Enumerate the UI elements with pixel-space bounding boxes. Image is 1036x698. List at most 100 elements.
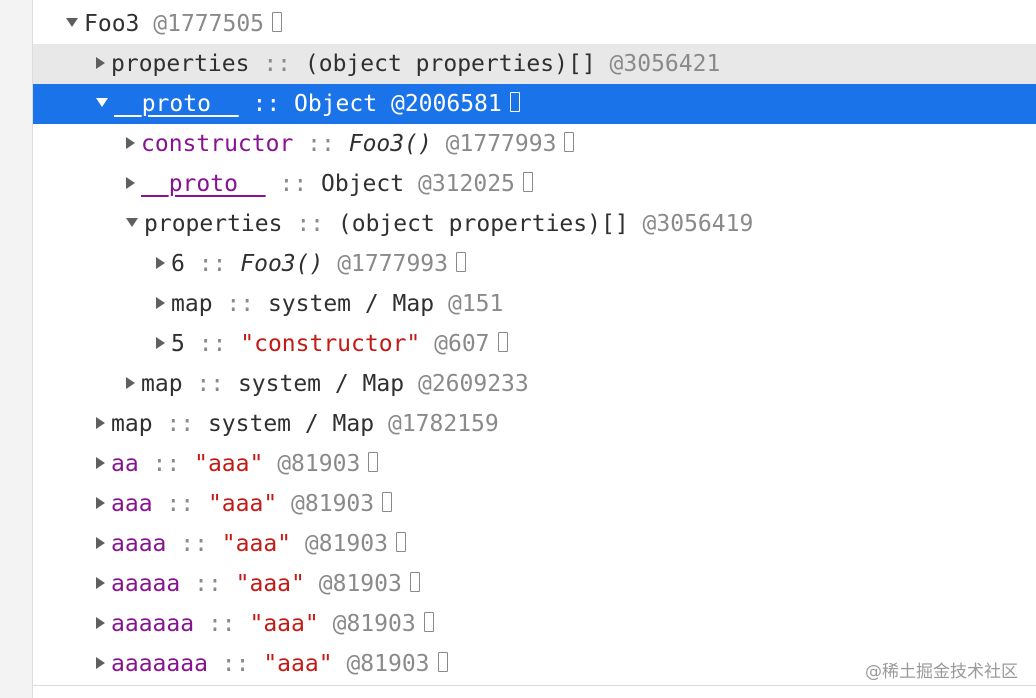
tree-row[interactable]: 6 :: Foo3() @1777993 — [33, 244, 1036, 284]
property-name: aaaaa — [111, 571, 181, 597]
reveal-box-icon[interactable] — [497, 331, 508, 352]
tree-row[interactable]: constructor :: Foo3() @1777993 — [33, 124, 1036, 164]
reveal-box-icon[interactable] — [437, 651, 448, 672]
reveal-box-icon[interactable] — [455, 251, 466, 272]
separator: :: — [166, 531, 222, 557]
expanded-triangle-icon[interactable] — [126, 218, 138, 227]
separator: :: — [282, 211, 338, 237]
reveal-box-icon[interactable] — [564, 131, 575, 152]
property-name: 5 — [171, 331, 185, 357]
tree-row[interactable]: properties :: (object properties)[] @305… — [33, 204, 1036, 244]
reveal-box-icon[interactable] — [395, 531, 406, 552]
expanded-triangle-icon[interactable] — [66, 18, 78, 27]
collapsed-triangle-icon[interactable] — [96, 56, 105, 69]
collapsed-triangle-icon[interactable] — [156, 296, 165, 309]
collapsed-triangle-icon[interactable] — [96, 456, 105, 469]
tree-row[interactable]: map :: system / Map @151 — [33, 284, 1036, 324]
value-type: (object properties)[] — [304, 51, 596, 77]
collapsed-triangle-icon[interactable] — [96, 536, 105, 549]
separator: :: — [184, 331, 241, 357]
tree-row-content: aaaaaa :: "aaa" @81903 — [96, 604, 434, 644]
tree-row[interactable]: aa :: "aaa" @81903 — [33, 444, 1036, 484]
tree-row[interactable]: 5 :: "constructor" @607 — [33, 324, 1036, 364]
object-id: @607 — [434, 331, 490, 357]
tree-row[interactable]: Foo3 @1777505 — [33, 4, 1036, 44]
object-tree: Foo3 @1777505 properties :: (object prope… — [33, 4, 1036, 684]
tree-row[interactable]: aaaaaa :: "aaa" @81903 — [33, 604, 1036, 644]
collapsed-triangle-icon[interactable] — [126, 376, 135, 389]
separator: :: — [207, 651, 264, 677]
object-id: @81903 — [277, 451, 361, 477]
collapsed-triangle-icon[interactable] — [126, 176, 135, 189]
object-id: @1777993 — [445, 131, 557, 157]
collapsed-triangle-icon[interactable] — [126, 136, 135, 149]
tree-row[interactable]: aaa :: "aaa" @81903 — [33, 484, 1036, 524]
tree-row[interactable]: __proto__ :: Object @2006581 — [33, 84, 1036, 124]
reveal-box-icon[interactable] — [382, 491, 393, 512]
tree-row-content: aaaaa :: "aaa" @81903 — [96, 564, 420, 604]
object-id: @1777993 — [337, 251, 448, 277]
collapsed-triangle-icon[interactable] — [96, 576, 105, 589]
separator: :: — [182, 371, 238, 397]
tree-row[interactable]: map :: system / Map @1782159 — [33, 404, 1036, 444]
reveal-box-icon[interactable] — [423, 611, 434, 632]
separator: :: — [184, 251, 241, 277]
reveal-box-icon[interactable] — [509, 91, 520, 112]
value-type: system / Map — [237, 371, 405, 397]
reveal-box-icon[interactable] — [522, 171, 533, 192]
separator: :: — [152, 491, 208, 517]
tree-row-content: aaaa :: "aaa" @81903 — [96, 524, 406, 564]
collapsed-triangle-icon[interactable] — [156, 336, 165, 349]
separator: :: — [152, 411, 208, 437]
object-id: @81903 — [346, 651, 430, 677]
collapsed-triangle-icon[interactable] — [96, 496, 105, 509]
object-id: @312025 — [417, 171, 515, 197]
collapsed-triangle-icon[interactable] — [96, 616, 105, 629]
value-type: "constructor" — [240, 331, 421, 357]
tree-row[interactable]: __proto__ :: Object @312025 — [33, 164, 1036, 204]
value-type: system / Map — [207, 411, 375, 437]
property-name: properties — [144, 211, 283, 237]
value-type: "aaa" — [235, 571, 305, 597]
property-name: map — [171, 291, 213, 317]
tree-row[interactable]: map :: system / Map @2609233 — [33, 364, 1036, 404]
tree-row-content: properties :: (object properties)[] @305… — [96, 44, 720, 84]
separator: :: — [180, 571, 236, 597]
object-id: @81903 — [304, 531, 388, 557]
reveal-box-icon[interactable] — [409, 571, 420, 592]
tree-row-content: __proto__ :: Object @2006581 — [96, 84, 520, 124]
reveal-box-icon[interactable] — [272, 11, 283, 32]
tree-row[interactable]: properties :: (object properties)[] @305… — [33, 44, 1036, 84]
collapsed-triangle-icon[interactable] — [96, 656, 105, 669]
object-id: @81903 — [318, 571, 402, 597]
value-type: Foo3() — [240, 251, 324, 277]
tree-row-content: aa :: "aaa" @81903 — [96, 444, 379, 484]
value-type: "aaa" — [221, 531, 292, 557]
object-id: @2006581 — [390, 91, 502, 117]
tree-row-content: map :: system / Map @1782159 — [96, 404, 499, 444]
property-name: aaa — [111, 491, 153, 517]
expanded-triangle-icon[interactable] — [96, 98, 108, 107]
collapsed-triangle-icon[interactable] — [156, 256, 165, 269]
value-type: system / Map — [267, 291, 435, 317]
object-id: @1777505 — [153, 11, 265, 37]
tree-row-content: 5 :: "constructor" @607 — [156, 324, 508, 364]
tree-row[interactable]: aaaaa :: "aaa" @81903 — [33, 564, 1036, 604]
tree-row-content: aaa :: "aaa" @81903 — [96, 484, 393, 524]
reveal-box-icon[interactable] — [368, 451, 379, 472]
tree-row[interactable]: aaaa :: "aaa" @81903 — [33, 524, 1036, 564]
collapsed-triangle-icon[interactable] — [96, 416, 105, 429]
